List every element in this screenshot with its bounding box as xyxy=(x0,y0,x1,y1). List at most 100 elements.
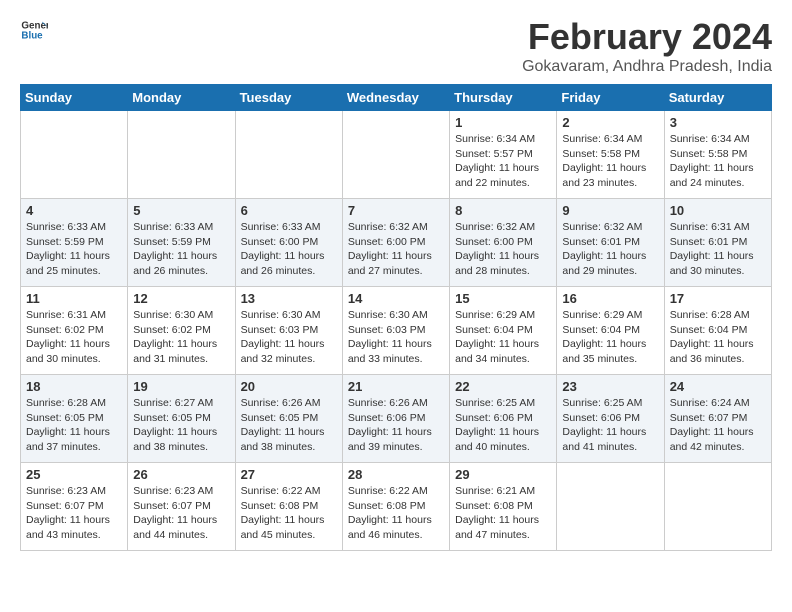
week-row-2: 4 Sunrise: 6:33 AM Sunset: 5:59 PM Daylig… xyxy=(21,199,772,287)
day-number: 12 xyxy=(133,291,229,306)
day-info: Sunrise: 6:23 AM Sunset: 6:07 PM Dayligh… xyxy=(133,484,229,543)
day-info: Sunrise: 6:32 AM Sunset: 6:00 PM Dayligh… xyxy=(348,220,444,279)
day-number: 25 xyxy=(26,467,122,482)
day-info: Sunrise: 6:22 AM Sunset: 6:08 PM Dayligh… xyxy=(348,484,444,543)
day-cell: 21 Sunrise: 6:26 AM Sunset: 6:06 PM Dayli… xyxy=(342,375,449,463)
day-cell: 6 Sunrise: 6:33 AM Sunset: 6:00 PM Daylig… xyxy=(235,199,342,287)
day-cell: 19Sunrise: 6:27 AM Sunset: 6:05 PM Dayli… xyxy=(128,375,235,463)
day-cell: 16 Sunrise: 6:29 AM Sunset: 6:04 PM Dayli… xyxy=(557,287,664,375)
day-number: 5 xyxy=(133,203,229,218)
logo: General Blue xyxy=(20,16,48,44)
calendar-body: 1 Sunrise: 6:34 AM Sunset: 5:57 PM Daylig… xyxy=(21,111,772,551)
main-title: February 2024 xyxy=(522,16,772,58)
day-cell: 15 Sunrise: 6:29 AM Sunset: 6:04 PM Dayli… xyxy=(450,287,557,375)
day-info: Sunrise: 6:33 AM Sunset: 5:59 PM Dayligh… xyxy=(133,220,229,279)
day-number: 20 xyxy=(241,379,337,394)
day-number: 21 xyxy=(348,379,444,394)
logo-icon: General Blue xyxy=(20,16,48,44)
day-info: Sunrise: 6:30 AM Sunset: 6:03 PM Dayligh… xyxy=(348,308,444,367)
day-cell: 12Sunrise: 6:30 AM Sunset: 6:02 PM Dayli… xyxy=(128,287,235,375)
day-number: 29 xyxy=(455,467,551,482)
day-cell: 29 Sunrise: 6:21 AM Sunset: 6:08 PM Dayli… xyxy=(450,463,557,551)
day-info: Sunrise: 6:24 AM Sunset: 6:07 PM Dayligh… xyxy=(670,396,766,455)
day-cell: 5 Sunrise: 6:33 AM Sunset: 5:59 PM Daylig… xyxy=(128,199,235,287)
day-number: 16 xyxy=(562,291,658,306)
day-cell: 1 Sunrise: 6:34 AM Sunset: 5:57 PM Daylig… xyxy=(450,111,557,199)
day-number: 14 xyxy=(348,291,444,306)
subtitle: Gokavaram, Andhra Pradesh, India xyxy=(522,58,772,76)
day-number: 11 xyxy=(26,291,122,306)
day-cell: 9Sunrise: 6:32 AM Sunset: 6:01 PM Daylig… xyxy=(557,199,664,287)
day-cell: 25 Sunrise: 6:23 AM Sunset: 6:07 PM Dayli… xyxy=(21,463,128,551)
day-number: 2 xyxy=(562,115,658,130)
day-info: Sunrise: 6:22 AM Sunset: 6:08 PM Dayligh… xyxy=(241,484,337,543)
day-number: 27 xyxy=(241,467,337,482)
day-number: 26 xyxy=(133,467,229,482)
day-info: Sunrise: 6:31 AM Sunset: 6:02 PM Dayligh… xyxy=(26,308,122,367)
day-number: 23 xyxy=(562,379,658,394)
day-info: Sunrise: 6:27 AM Sunset: 6:05 PM Dayligh… xyxy=(133,396,229,455)
week-row-1: 1 Sunrise: 6:34 AM Sunset: 5:57 PM Daylig… xyxy=(21,111,772,199)
day-cell: 4 Sunrise: 6:33 AM Sunset: 5:59 PM Daylig… xyxy=(21,199,128,287)
day-info: Sunrise: 6:28 AM Sunset: 6:05 PM Dayligh… xyxy=(26,396,122,455)
day-number: 18 xyxy=(26,379,122,394)
day-number: 6 xyxy=(241,203,337,218)
day-info: Sunrise: 6:34 AM Sunset: 5:57 PM Dayligh… xyxy=(455,132,551,191)
day-info: Sunrise: 6:33 AM Sunset: 5:59 PM Dayligh… xyxy=(26,220,122,279)
day-number: 9 xyxy=(562,203,658,218)
day-cell xyxy=(664,463,771,551)
day-info: Sunrise: 6:32 AM Sunset: 6:00 PM Dayligh… xyxy=(455,220,551,279)
day-cell xyxy=(21,111,128,199)
day-cell xyxy=(128,111,235,199)
day-cell: 14 Sunrise: 6:30 AM Sunset: 6:03 PM Dayli… xyxy=(342,287,449,375)
day-info: Sunrise: 6:23 AM Sunset: 6:07 PM Dayligh… xyxy=(26,484,122,543)
day-cell: 17Sunrise: 6:28 AM Sunset: 6:04 PM Dayli… xyxy=(664,287,771,375)
day-info: Sunrise: 6:25 AM Sunset: 6:06 PM Dayligh… xyxy=(562,396,658,455)
svg-text:Blue: Blue xyxy=(21,30,43,41)
calendar: SundayMondayTuesdayWednesdayThursdayFrid… xyxy=(20,84,772,551)
day-info: Sunrise: 6:21 AM Sunset: 6:08 PM Dayligh… xyxy=(455,484,551,543)
day-info: Sunrise: 6:29 AM Sunset: 6:04 PM Dayligh… xyxy=(455,308,551,367)
day-number: 1 xyxy=(455,115,551,130)
day-cell: 7 Sunrise: 6:32 AM Sunset: 6:00 PM Daylig… xyxy=(342,199,449,287)
day-cell: 24 Sunrise: 6:24 AM Sunset: 6:07 PM Dayli… xyxy=(664,375,771,463)
day-cell: 27 Sunrise: 6:22 AM Sunset: 6:08 PM Dayli… xyxy=(235,463,342,551)
day-number: 10 xyxy=(670,203,766,218)
day-cell: 22Sunrise: 6:25 AM Sunset: 6:06 PM Dayli… xyxy=(450,375,557,463)
day-info: Sunrise: 6:25 AM Sunset: 6:06 PM Dayligh… xyxy=(455,396,551,455)
day-cell: 13Sunrise: 6:30 AM Sunset: 6:03 PM Dayli… xyxy=(235,287,342,375)
day-info: Sunrise: 6:34 AM Sunset: 5:58 PM Dayligh… xyxy=(562,132,658,191)
day-cell xyxy=(342,111,449,199)
day-number: 8 xyxy=(455,203,551,218)
day-info: Sunrise: 6:26 AM Sunset: 6:05 PM Dayligh… xyxy=(241,396,337,455)
week-row-4: 18 Sunrise: 6:28 AM Sunset: 6:05 PM Dayli… xyxy=(21,375,772,463)
day-cell: 18 Sunrise: 6:28 AM Sunset: 6:05 PM Dayli… xyxy=(21,375,128,463)
day-info: Sunrise: 6:29 AM Sunset: 6:04 PM Dayligh… xyxy=(562,308,658,367)
day-number: 3 xyxy=(670,115,766,130)
column-header-sunday: Sunday xyxy=(21,85,128,111)
title-area: February 2024 Gokavaram, Andhra Pradesh,… xyxy=(522,16,772,76)
day-cell: 11 Sunrise: 6:31 AM Sunset: 6:02 PM Dayli… xyxy=(21,287,128,375)
day-info: Sunrise: 6:26 AM Sunset: 6:06 PM Dayligh… xyxy=(348,396,444,455)
day-cell xyxy=(235,111,342,199)
header-row: SundayMondayTuesdayWednesdayThursdayFrid… xyxy=(21,85,772,111)
day-info: Sunrise: 6:34 AM Sunset: 5:58 PM Dayligh… xyxy=(670,132,766,191)
column-header-friday: Friday xyxy=(557,85,664,111)
header: General Blue February 2024 Gokavaram, An… xyxy=(20,16,772,76)
day-cell: 28Sunrise: 6:22 AM Sunset: 6:08 PM Dayli… xyxy=(342,463,449,551)
day-number: 7 xyxy=(348,203,444,218)
day-number: 4 xyxy=(26,203,122,218)
day-info: Sunrise: 6:33 AM Sunset: 6:00 PM Dayligh… xyxy=(241,220,337,279)
day-number: 17 xyxy=(670,291,766,306)
day-cell: 23 Sunrise: 6:25 AM Sunset: 6:06 PM Dayli… xyxy=(557,375,664,463)
day-cell: 10 Sunrise: 6:31 AM Sunset: 6:01 PM Dayli… xyxy=(664,199,771,287)
column-header-tuesday: Tuesday xyxy=(235,85,342,111)
week-row-3: 11 Sunrise: 6:31 AM Sunset: 6:02 PM Dayli… xyxy=(21,287,772,375)
day-number: 15 xyxy=(455,291,551,306)
day-number: 24 xyxy=(670,379,766,394)
day-cell xyxy=(557,463,664,551)
day-info: Sunrise: 6:31 AM Sunset: 6:01 PM Dayligh… xyxy=(670,220,766,279)
day-cell: 8 Sunrise: 6:32 AM Sunset: 6:00 PM Daylig… xyxy=(450,199,557,287)
day-cell: 3 Sunrise: 6:34 AM Sunset: 5:58 PM Daylig… xyxy=(664,111,771,199)
day-cell: 2 Sunrise: 6:34 AM Sunset: 5:58 PM Daylig… xyxy=(557,111,664,199)
